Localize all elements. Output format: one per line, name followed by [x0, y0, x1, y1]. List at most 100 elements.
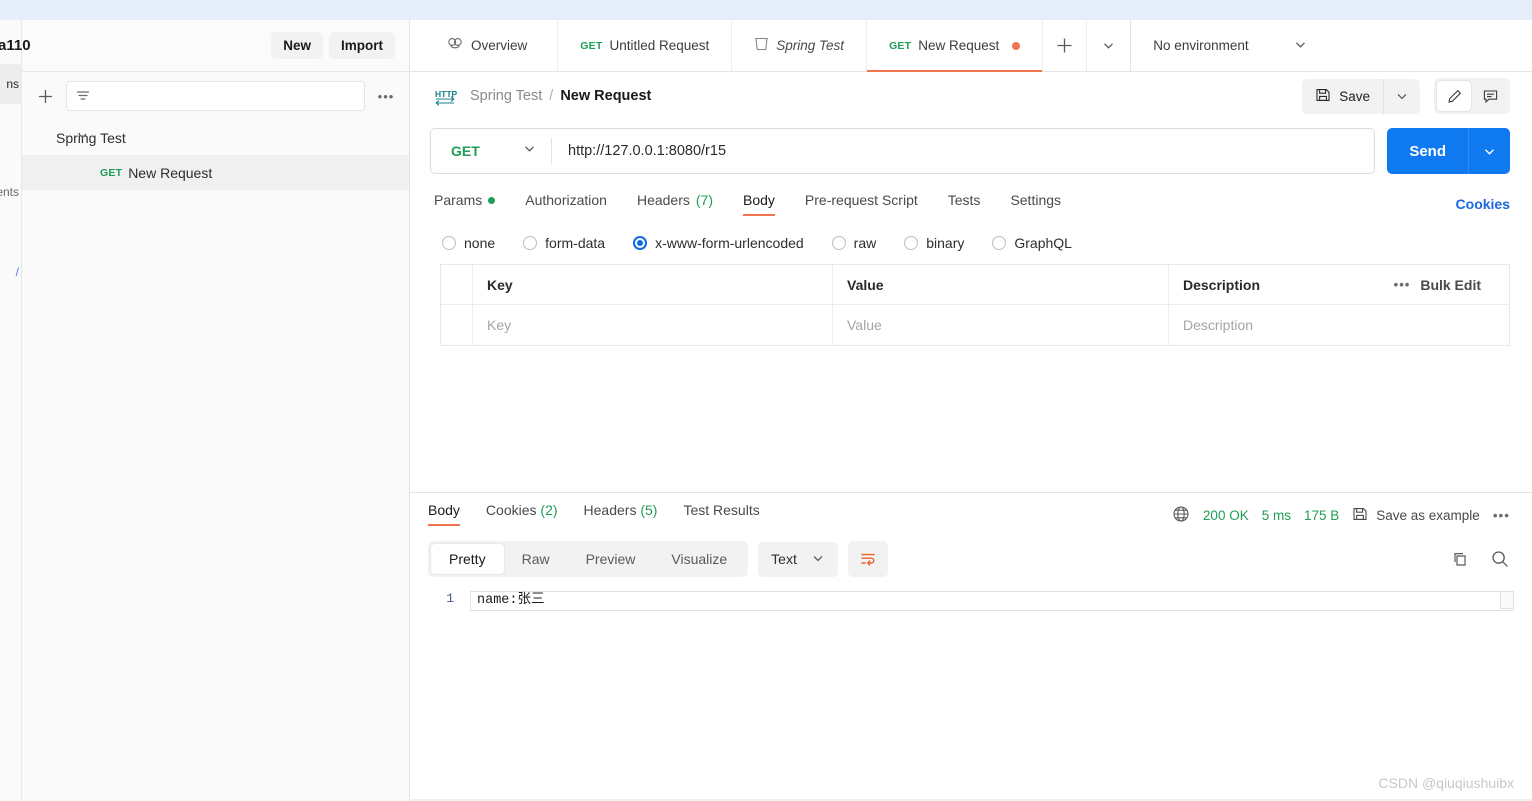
value-input[interactable]: Value	[833, 305, 1169, 345]
request-tab-settings[interactable]: Settings	[1010, 192, 1061, 216]
tab-label: New Request	[918, 38, 1000, 53]
tab-untitled-request[interactable]: GET Untitled Request	[558, 20, 733, 71]
copy-icon[interactable]	[1451, 550, 1470, 569]
new-tab-icon[interactable]	[1043, 20, 1088, 71]
unsaved-dot	[1012, 41, 1021, 50]
new-button[interactable]: New	[271, 32, 323, 59]
breadcrumb-request: New Request	[560, 88, 652, 104]
tab-label: Body	[743, 192, 775, 208]
tab-label: Authorization	[525, 192, 607, 208]
response-tabs: Body Cookies (2) Headers (5) Test Result…	[410, 493, 1532, 537]
response-more-icon[interactable]: •••	[1493, 508, 1510, 523]
environment-selector[interactable]: No environment	[1131, 20, 1326, 71]
chevron-down-icon	[811, 551, 825, 568]
body-type-form-data[interactable]: form-data	[523, 235, 605, 251]
tab-spring-test[interactable]: Spring Test	[732, 20, 868, 71]
view-mode-raw[interactable]: Raw	[504, 544, 568, 574]
collections-filter-input[interactable]	[66, 81, 365, 111]
radio-label: form-data	[545, 235, 606, 251]
radio-icon-selected	[633, 236, 648, 250]
body-type-x-www-form-urlencoded[interactable]: x-www-form-urlencoded	[633, 235, 804, 251]
rail-item-environments[interactable]: ents	[0, 172, 21, 212]
bulk-edit-link[interactable]: Bulk Edit	[1420, 277, 1481, 293]
radio-icon	[831, 236, 846, 250]
tab-new-request[interactable]: GET New Request	[867, 20, 1044, 72]
request-method-tag: GET	[100, 166, 123, 179]
workspace-name: a110	[0, 37, 31, 54]
add-collection-icon[interactable]	[32, 83, 58, 109]
key-input[interactable]: Key	[473, 305, 833, 345]
response-scrollbar[interactable]	[1500, 591, 1514, 609]
send-group: Send	[1387, 128, 1510, 174]
response-tab-test-results[interactable]: Test Results	[683, 502, 759, 528]
response-tab-cookies[interactable]: Cookies (2)	[486, 502, 558, 528]
headers-count: (5)	[640, 502, 658, 518]
response-body-viewer[interactable]: 1 name:张三	[410, 585, 1532, 611]
tab-list-icon[interactable]	[1087, 20, 1132, 71]
chevron-down-icon[interactable]	[76, 129, 89, 147]
save-as-example-button[interactable]: Save as example	[1352, 506, 1480, 525]
tab-overview[interactable]: Overview	[410, 20, 559, 71]
request-tab-body[interactable]: Body	[743, 192, 775, 216]
collection-icon	[754, 36, 769, 55]
edit-icon[interactable]	[1437, 81, 1471, 111]
response-format-selector[interactable]: Text	[758, 541, 838, 577]
send-options-icon[interactable]	[1468, 128, 1510, 174]
tab-label: Headers	[583, 502, 637, 518]
request-tab-headers[interactable]: Headers (7)	[637, 192, 713, 216]
cookies-link[interactable]: Cookies	[1456, 196, 1510, 212]
tab-label: Pre-request Script	[804, 192, 918, 208]
word-wrap-icon[interactable]	[847, 541, 888, 577]
method-selector[interactable]: GET	[431, 141, 551, 161]
radio-label: raw	[853, 235, 877, 251]
response-time: 5 ms	[1261, 507, 1291, 523]
send-button[interactable]: Send	[1387, 128, 1468, 174]
body-type-radios: none form-data x-www-form-urlencoded raw…	[410, 222, 1532, 264]
url-bar: GET http://127.0.0.1:8080/r15	[430, 128, 1376, 174]
search-icon[interactable]	[1490, 549, 1510, 569]
view-mode-preview[interactable]: Preview	[568, 544, 654, 574]
status-code: 200 OK	[1202, 507, 1249, 523]
format-label: Text	[771, 551, 797, 567]
headers-count: (7)	[695, 192, 713, 208]
body-type-raw[interactable]: raw	[831, 235, 877, 251]
save-options-icon[interactable]	[1383, 78, 1420, 114]
comment-icon[interactable]	[1473, 81, 1507, 111]
body-type-binary[interactable]: binary	[904, 235, 964, 251]
request-tab-params[interactable]: Params	[434, 192, 496, 216]
description-input[interactable]: Description	[1169, 305, 1509, 345]
response-tab-body[interactable]: Body	[428, 502, 460, 528]
cookies-count: (2)	[540, 502, 558, 518]
sidebar-item-new-request[interactable]: GET New Request	[22, 155, 409, 190]
request-tab-authorization[interactable]: Authorization	[525, 192, 607, 216]
request-breadcrumb-row: HTTP Spring Test / New Request Save	[410, 72, 1532, 120]
sidebar: a110 New Import ••• Spring Test GET New …	[0, 20, 410, 801]
save-button[interactable]: Save	[1302, 79, 1383, 114]
import-button[interactable]: Import	[329, 32, 395, 59]
rail-item-collections[interactable]: ns	[0, 64, 21, 104]
table-row[interactable]: Key Value Description	[441, 305, 1509, 345]
select-all-cell	[441, 265, 473, 304]
radio-icon	[442, 236, 456, 250]
collection-name: Spring Test	[56, 129, 126, 146]
request-tab-tests[interactable]: Tests	[948, 192, 981, 216]
line-content[interactable]: name:张三	[470, 591, 1514, 611]
rail-item-mock[interactable]: /	[0, 252, 21, 292]
body-type-graphql[interactable]: GraphQL	[992, 235, 1072, 251]
globe-icon[interactable]	[1172, 505, 1190, 526]
breadcrumb-collection[interactable]: Spring Test	[470, 88, 542, 104]
url-input[interactable]: http://127.0.0.1:8080/r15	[552, 143, 1374, 159]
response-view-toolbar: Pretty Raw Preview Visualize Text	[410, 537, 1532, 585]
row-checkbox-cell[interactable]	[441, 305, 473, 345]
filter-icon	[76, 91, 90, 100]
request-tab-pre-request-script[interactable]: Pre-request Script	[805, 192, 918, 216]
radio-icon	[904, 236, 919, 250]
table-more-icon[interactable]: •••	[1394, 277, 1411, 292]
radio-label: GraphQL	[1014, 235, 1072, 251]
view-mode-pretty[interactable]: Pretty	[431, 544, 504, 574]
response-tab-headers[interactable]: Headers (5)	[584, 502, 658, 528]
view-mode-visualize[interactable]: Visualize	[653, 544, 745, 574]
tab-label: Test Results	[683, 502, 760, 518]
collections-more-icon[interactable]: •••	[373, 83, 399, 109]
body-type-none[interactable]: none	[442, 235, 495, 251]
